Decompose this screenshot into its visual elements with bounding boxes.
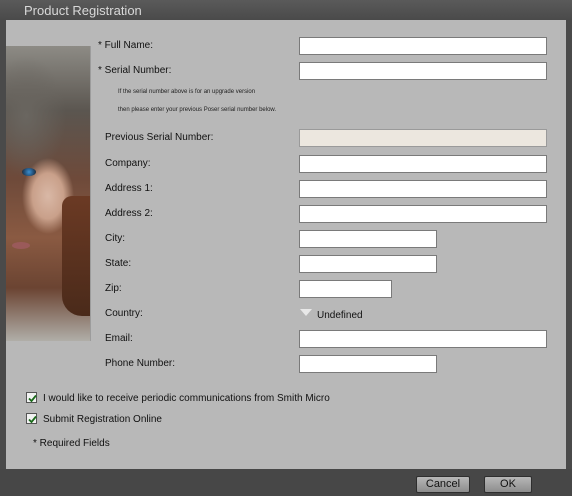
state-label: State: (105, 258, 132, 269)
required-fields-note: * Required Fields (33, 438, 110, 449)
previous-serial-field[interactable] (299, 129, 547, 147)
city-label: City: (105, 233, 125, 244)
country-selected-value: Undefined (317, 310, 363, 321)
artwork-hair (62, 196, 90, 316)
chevron-down-icon (300, 309, 312, 316)
phone-field[interactable] (299, 355, 437, 373)
serial-number-field[interactable] (299, 62, 547, 80)
company-field[interactable] (299, 155, 547, 173)
company-label: Company: (105, 158, 151, 169)
phone-label: Phone Number: (105, 358, 176, 369)
zip-label: Zip: (105, 283, 122, 294)
country-label: Country: (105, 308, 143, 319)
previous-serial-label: Previous Serial Number: (105, 132, 214, 143)
address1-field[interactable] (299, 180, 547, 198)
communications-checkbox[interactable] (26, 392, 37, 403)
submit-online-label: Submit Registration Online (43, 414, 162, 425)
upgrade-note-line1: If the serial number above is for an upg… (118, 89, 256, 95)
artwork-lips (12, 242, 30, 249)
ok-button[interactable]: OK (484, 476, 532, 493)
product-artwork-image (6, 46, 91, 341)
address2-label: Address 2: (105, 208, 153, 219)
upgrade-note-line2: then please enter your previous Poser se… (118, 107, 277, 113)
full-name-field[interactable] (299, 37, 547, 55)
full-name-label: * Full Name: (98, 40, 154, 51)
submit-online-checkbox[interactable] (26, 413, 37, 424)
address1-label: Address 1: (105, 183, 153, 194)
country-dropdown[interactable]: Undefined (298, 306, 388, 322)
checkmark-icon (28, 394, 37, 403)
email-label: Email: (105, 333, 133, 344)
checkmark-icon (28, 415, 37, 424)
address2-field[interactable] (299, 205, 547, 223)
state-field[interactable] (299, 255, 437, 273)
artwork-eye (22, 168, 36, 176)
zip-field[interactable] (299, 280, 392, 298)
communications-label: I would like to receive periodic communi… (43, 393, 330, 404)
dialog-title: Product Registration (24, 3, 142, 18)
cancel-button[interactable]: Cancel (416, 476, 470, 493)
serial-number-label: * Serial Number: (98, 65, 172, 76)
title-bar: Product Registration (0, 0, 572, 20)
email-field[interactable] (299, 330, 547, 348)
city-field[interactable] (299, 230, 437, 248)
